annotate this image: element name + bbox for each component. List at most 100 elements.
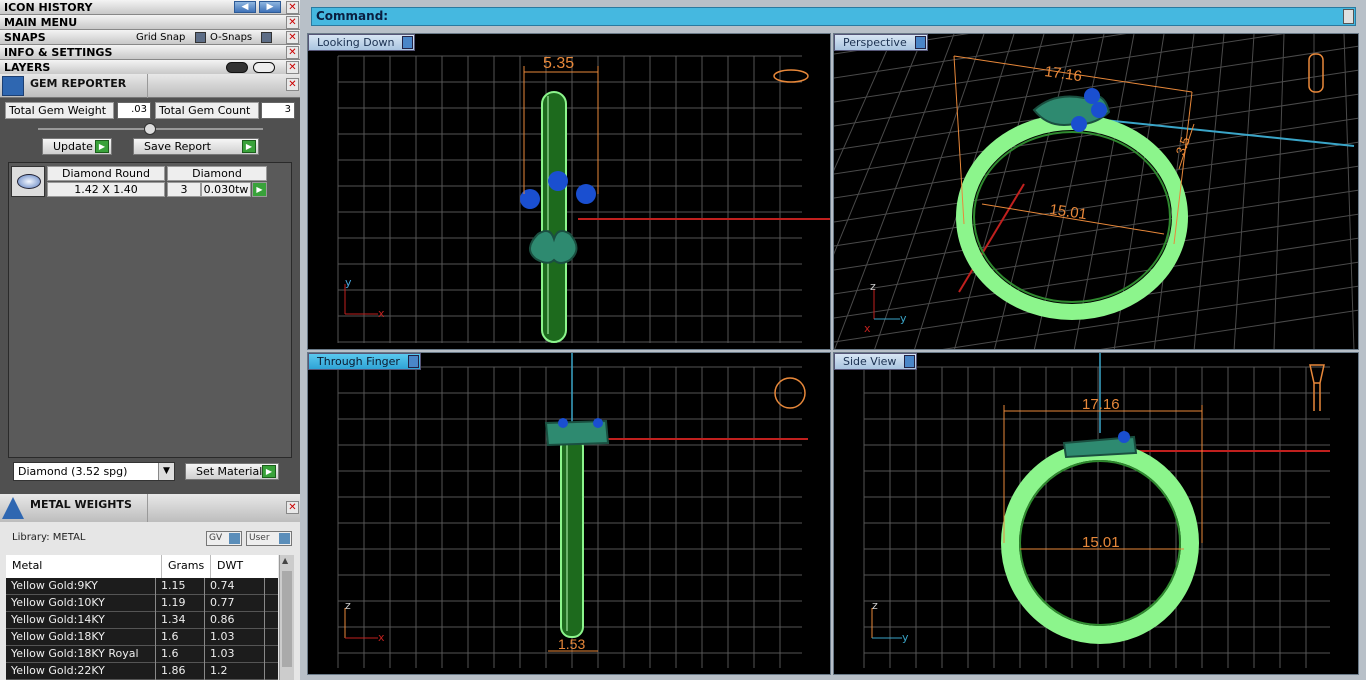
gem-stone [1091,102,1107,118]
table-row[interactable]: Yellow Gold:14KY 1.34 0.86 [6,612,278,629]
scroll-up-icon[interactable]: ▲ [282,556,288,565]
gem-stone [1071,116,1087,132]
update-button[interactable]: Update ▶ [42,138,112,155]
gem-material: Diamond [167,166,267,181]
icon-history-bar[interactable]: ICON HISTORY ◀ ▶ ✕ [0,0,300,15]
grid-line [834,141,1358,223]
back-arrow-icon[interactable]: ◀ [234,1,256,13]
snaps-label: SNAPS [4,31,46,44]
snaps-bar[interactable]: SNAPS Grid Snap O-Snaps ✕ [0,30,300,45]
viewport-label[interactable]: Side View [834,353,918,370]
chevron-down-icon[interactable] [914,36,926,49]
table-row[interactable]: Yellow Gold:9KY 1.15 0.74 [6,578,278,595]
table-row[interactable]: Yellow Gold:22KY 1.86 1.2 [6,663,278,680]
heart-setting [529,229,578,264]
viewport-through-finger[interactable]: 1.53 z x Through Finger [307,352,831,675]
gv-button[interactable]: GV [206,531,242,546]
close-icon[interactable]: ✕ [286,61,299,74]
axis-label-z: z [872,599,878,612]
layers-bar[interactable]: LAYERS ✕ [0,60,300,75]
command-scrollbar[interactable] [1343,9,1354,24]
close-icon[interactable]: ✕ [286,501,299,514]
diamond-icon [17,174,41,189]
gem-stone [1084,88,1100,104]
grams-cell: 1.15 [156,578,205,595]
grid-snap-toggle[interactable] [195,32,206,43]
metal-weights-header: METAL WEIGHTS ✕ [0,494,300,522]
scrollbar-thumb[interactable] [282,571,292,667]
gem-thumbnail[interactable] [11,166,45,197]
layer-shade-icon[interactable] [226,62,248,73]
dwt-cell: 0.77 [205,595,265,612]
viewport-label[interactable]: Through Finger [308,353,421,370]
close-icon[interactable]: ✕ [286,78,299,91]
viewport-label-text: Side View [843,355,897,368]
layers-label: LAYERS [4,61,51,74]
axis-label-x: x [864,322,871,335]
slider-handle[interactable] [144,123,156,135]
metal-weights-title: METAL WEIGHTS [30,498,132,511]
dwt-cell: 0.86 [205,612,265,629]
viewport-label[interactable]: Looking Down [308,34,416,51]
metal-cell: Yellow Gold:14KY [6,612,156,629]
vertical-scrollbar[interactable]: ▲ [279,555,294,680]
perspective-drawing: 17.16 15.01 3.5 z y x [834,34,1358,349]
view-cube-icon[interactable] [773,69,809,83]
chevron-down-icon[interactable] [407,355,419,368]
axis-label-y: y [902,631,909,644]
dwt-cell: 1.2 [205,663,265,680]
material-select[interactable]: Diamond (3.52 spg) ▼ [13,462,175,481]
metal-weights-body: Library: METAL GV User Metal Grams DWT Y… [0,522,300,680]
main-menu-bar[interactable]: MAIN MENU ✕ [0,15,300,30]
gv-toggle-icon [229,533,240,544]
gem-stone [520,189,540,209]
command-bar[interactable]: Command: [311,7,1356,26]
gem-stone [548,171,568,191]
view-cube-icon[interactable] [1308,53,1324,93]
close-icon[interactable]: ✕ [286,16,299,29]
grid [337,55,802,343]
close-icon[interactable]: ✕ [286,46,299,59]
eye-icon[interactable] [253,62,275,73]
chevron-down-icon[interactable]: ▼ [158,463,174,480]
metal-cell: Yellow Gold:10KY [6,595,156,612]
update-label: Update [53,140,93,153]
table-row[interactable]: Yellow Gold:18KY 1.6 1.03 [6,629,278,646]
o-snaps-toggle[interactable] [261,32,272,43]
main-menu-label: MAIN MENU [4,16,78,29]
dimension-label: 3.5 [1173,135,1193,157]
table-row[interactable]: Yellow Gold:10KY 1.19 0.77 [6,595,278,612]
viewport-perspective[interactable]: 17.16 15.01 3.5 z y x Perspective [833,33,1359,350]
viewport-looking-down[interactable]: 5.35 y x Looking Down [307,33,831,350]
table-header: Metal Grams DWT [6,555,278,578]
view-cube-icon[interactable] [1309,364,1325,411]
viewport-label[interactable]: Perspective [834,34,928,51]
dwt-cell: 0.74 [205,578,265,595]
o-snaps-label: O-Snaps [210,32,253,43]
left-panel: ICON HISTORY ◀ ▶ ✕ MAIN MENU ✕ SNAPS Gri… [0,0,300,680]
save-report-label: Save Report [144,140,211,153]
column-header-grams: Grams [161,555,204,578]
through-finger-drawing: 1.53 z x [337,353,808,668]
play-icon: ▶ [262,465,276,478]
user-toggle-icon [279,533,290,544]
side-view-drawing: 17.16 15.01 z y [863,353,1330,668]
set-material-button[interactable]: Set Material ▶ [185,463,279,480]
save-report-button[interactable]: Save Report ▶ [133,138,259,155]
close-icon[interactable]: ✕ [286,31,299,44]
chevron-down-icon[interactable] [904,355,916,368]
gem-shape: Diamond Round [47,166,165,181]
play-icon[interactable]: ▶ [252,182,267,197]
column-header-metal: Metal [12,559,43,572]
viewport-side-view[interactable]: 17.16 15.01 z y Side View [833,352,1359,675]
table-row[interactable]: Yellow Gold:18KY Royal 1.6 1.03 [6,646,278,663]
forward-arrow-icon[interactable]: ▶ [259,1,281,13]
grid-line [834,189,1358,271]
dwt-cell: 1.03 [205,646,265,663]
close-icon[interactable]: ✕ [286,1,299,14]
info-settings-bar[interactable]: INFO & SETTINGS ✕ [0,45,300,60]
user-button[interactable]: User [246,531,292,546]
gv-label: GV [209,533,223,543]
gem-reporter-title: GEM REPORTER [30,77,127,90]
chevron-down-icon[interactable] [402,36,414,49]
